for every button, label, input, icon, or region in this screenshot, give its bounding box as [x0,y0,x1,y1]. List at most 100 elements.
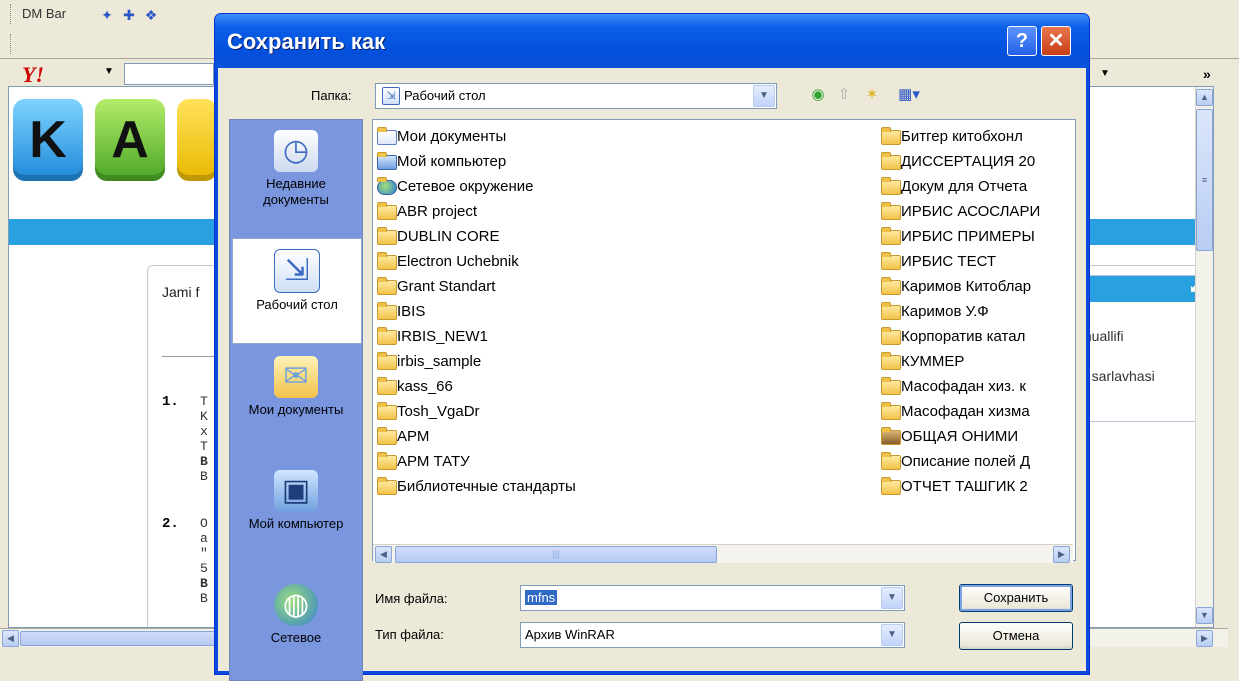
filetype-value: Архив WinRAR [525,627,615,642]
cancel-button[interactable]: Отмена [959,622,1073,650]
file-list-item[interactable]: Битгер китобхонл [879,124,1075,149]
file-list-item[interactable]: IRBIS_NEW1 [375,324,875,349]
scroll-up-icon[interactable]: ▲ [1196,89,1213,106]
file-name: АРМ [397,428,430,445]
file-list-item[interactable]: kass_66 [375,374,875,399]
yahoo-search-input[interactable] [124,63,214,85]
yahoo-logo[interactable]: Y! [22,62,102,87]
place-desktop[interactable]: ⇲ Рабочий стол [232,238,362,344]
scroll-thumb[interactable]: ||| [395,546,717,563]
dialog-titlebar[interactable]: Сохранить как ? ✕ [215,14,1089,68]
puzzle-icon[interactable]: ❖ [142,6,160,24]
save-button[interactable]: Сохранить [959,584,1073,612]
chevron-down-icon[interactable]: ▼ [881,624,903,646]
file-name: kass_66 [397,378,453,395]
logo-letter-a: A [95,99,165,181]
folder-icon [377,427,397,445]
file-list-item[interactable]: Описание полей Д [879,449,1075,474]
file-list-horizontal-scrollbar[interactable]: ◀ ||| ▶ [373,544,1073,563]
scroll-thumb[interactable] [20,631,222,646]
scroll-right-icon[interactable]: ▶ [1196,630,1213,647]
file-list-item[interactable]: Каримов Китоблар [879,274,1075,299]
file-list-item[interactable]: Сетевое окружение [375,174,875,199]
file-list-item[interactable]: Масофадан хиз. к [879,374,1075,399]
up-folder-icon[interactable]: ⇧ [833,85,855,105]
folder-icon [377,477,397,495]
file-list-item[interactable]: Библиотечные стандарты [375,474,875,499]
file-column-2: Битгер китобхонл ДИССЕРТАЦИЯ 20 Докум для … [879,124,1075,499]
file-list-item[interactable]: АРМ ТАТУ [375,449,875,474]
new-folder-icon[interactable]: ✶ [861,85,883,105]
file-list[interactable]: Мои документы Мой компьютер Сетевое окруже… [372,119,1076,561]
file-list-item[interactable]: ABR project [375,199,875,224]
file-list-item[interactable]: КУММЕР [879,349,1075,374]
file-list-item[interactable]: Мои документы [375,124,875,149]
file-name: Мой компьютер [397,153,507,170]
folder-select[interactable]: ⇲ Рабочий стол ▼ [375,83,777,109]
file-list-item[interactable]: IBIS [375,299,875,324]
folder-icon [377,277,397,295]
filetype-select[interactable]: Архив WinRAR ▼ [520,622,905,648]
page-vertical-scrollbar[interactable]: ▲ ≡ ▼ [1195,87,1213,627]
folder-icon [881,127,901,145]
file-column-1: Мои документы Мой компьютер Сетевое окруже… [375,124,875,499]
toolbar-grip[interactable] [10,34,14,54]
file-name: ИРБИС ПРИМЕРЫ [901,228,1035,245]
back-icon[interactable]: ◉ [807,85,829,105]
view-menu-icon[interactable]: ▦▾ [889,85,929,105]
toolbar-overflow-button[interactable]: » [1203,66,1211,82]
file-list-item[interactable]: DUBLIN CORE [375,224,875,249]
file-list-item[interactable]: Grant Standart [375,274,875,299]
list-item-text: TKxTBB [200,394,208,484]
folder-icon [377,327,397,345]
file-name: Grant Standart [397,278,496,295]
scroll-left-icon[interactable]: ◀ [2,630,19,647]
file-list-item[interactable]: ОТЧЕТ ТАШГИК 2 [879,474,1075,499]
bookmark-icon[interactable]: ✦ [98,6,116,24]
scroll-thumb[interactable]: ≡ [1196,109,1213,251]
file-name: Electron Uchebnik [397,253,519,270]
file-list-item[interactable]: ОБЩАЯ ОНИМИ [879,424,1075,449]
chevron-down-icon[interactable]: ▼ [753,85,775,107]
chevron-down-icon[interactable]: ▼ [104,66,114,77]
folder-icon [881,427,901,445]
file-list-item[interactable]: Tosh_VgaDr [375,399,875,424]
scroll-left-icon[interactable]: ◀ [375,546,392,563]
file-list-item[interactable]: Electron Uchebnik [375,249,875,274]
folder-icon [881,227,901,245]
place-recent-documents[interactable]: ◷ Недавние документы [232,120,360,238]
file-name: АРМ ТАТУ [397,453,470,470]
folder-value: Рабочий стол [404,88,486,103]
folder-icon [881,377,901,395]
file-name: irbis_sample [397,353,482,370]
folder-icon [377,352,397,370]
network-icon: ◍ [274,584,318,626]
help-button[interactable]: ? [1007,26,1037,56]
file-list-item[interactable]: Масофадан хизма [879,399,1075,424]
close-button[interactable]: ✕ [1041,26,1071,56]
place-my-documents[interactable]: ✉ Мои документы [232,346,360,456]
toolbar-grip[interactable] [10,4,14,24]
place-network[interactable]: ◍ Сетевое [232,574,360,674]
file-list-item[interactable]: ИРБИС АСОСЛАРИ [879,199,1075,224]
file-list-item[interactable]: ИРБИС ПРИМЕРЫ [879,224,1075,249]
file-list-item[interactable]: АРМ [375,424,875,449]
file-list-item[interactable]: Корпоратив катал [879,324,1075,349]
file-list-item[interactable]: ДИССЕРТАЦИЯ 20 [879,149,1075,174]
folder-icon [377,252,397,270]
filename-input[interactable]: mfns ▼ [520,585,905,611]
add-icon[interactable]: ✚ [120,6,138,24]
file-list-item[interactable]: Мой компьютер [375,149,875,174]
dm-bar-label[interactable]: DM Bar [22,6,66,21]
file-list-item[interactable]: irbis_sample [375,349,875,374]
file-list-item[interactable]: Каримов У.Ф [879,299,1075,324]
file-list-item[interactable]: ИРБИС ТЕСТ [879,249,1075,274]
place-my-computer[interactable]: ▣ Мой компьютер [232,460,360,570]
file-list-item[interactable]: Докум для Отчета [879,174,1075,199]
folder-icon [881,152,901,170]
scroll-down-icon[interactable]: ▼ [1196,607,1213,624]
file-name: Описание полей Д [901,453,1031,470]
chevron-down-icon[interactable]: ▼ [881,587,903,609]
scroll-right-icon[interactable]: ▶ [1053,546,1070,563]
chevron-down-icon[interactable]: ▼ [1100,68,1110,79]
